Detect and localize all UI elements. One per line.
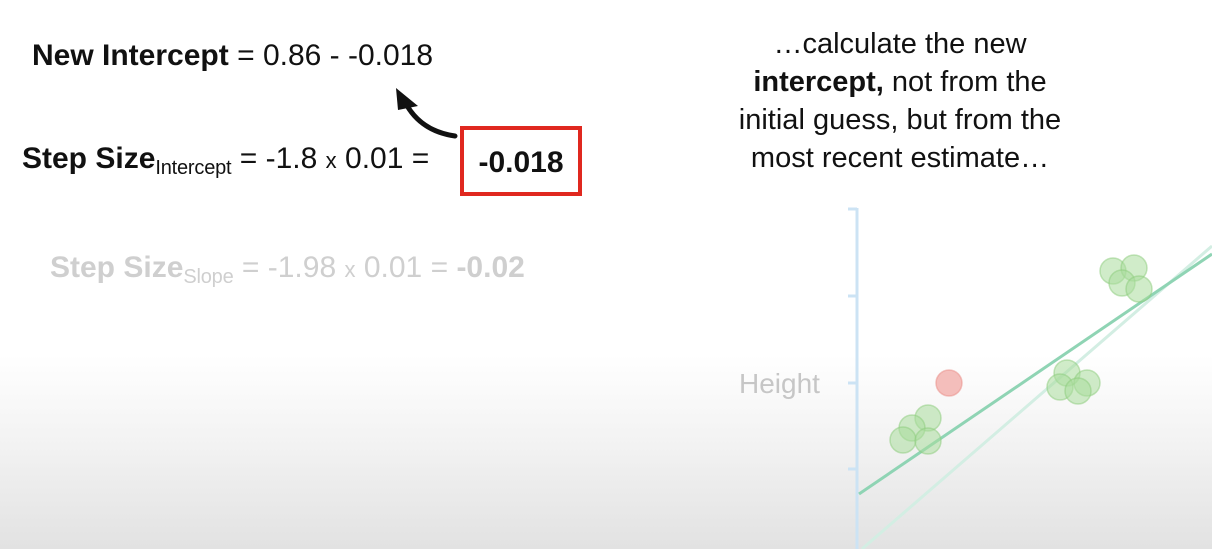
y-axis-label: Height xyxy=(739,368,820,399)
data-point xyxy=(914,427,942,455)
scatter-plot xyxy=(396,88,1212,549)
data-point xyxy=(1064,377,1092,405)
data-point xyxy=(1125,275,1153,303)
current-fit-line xyxy=(858,252,1212,496)
data-point xyxy=(889,426,917,454)
arrow-head xyxy=(396,88,418,110)
outlier-data-point xyxy=(935,369,963,397)
